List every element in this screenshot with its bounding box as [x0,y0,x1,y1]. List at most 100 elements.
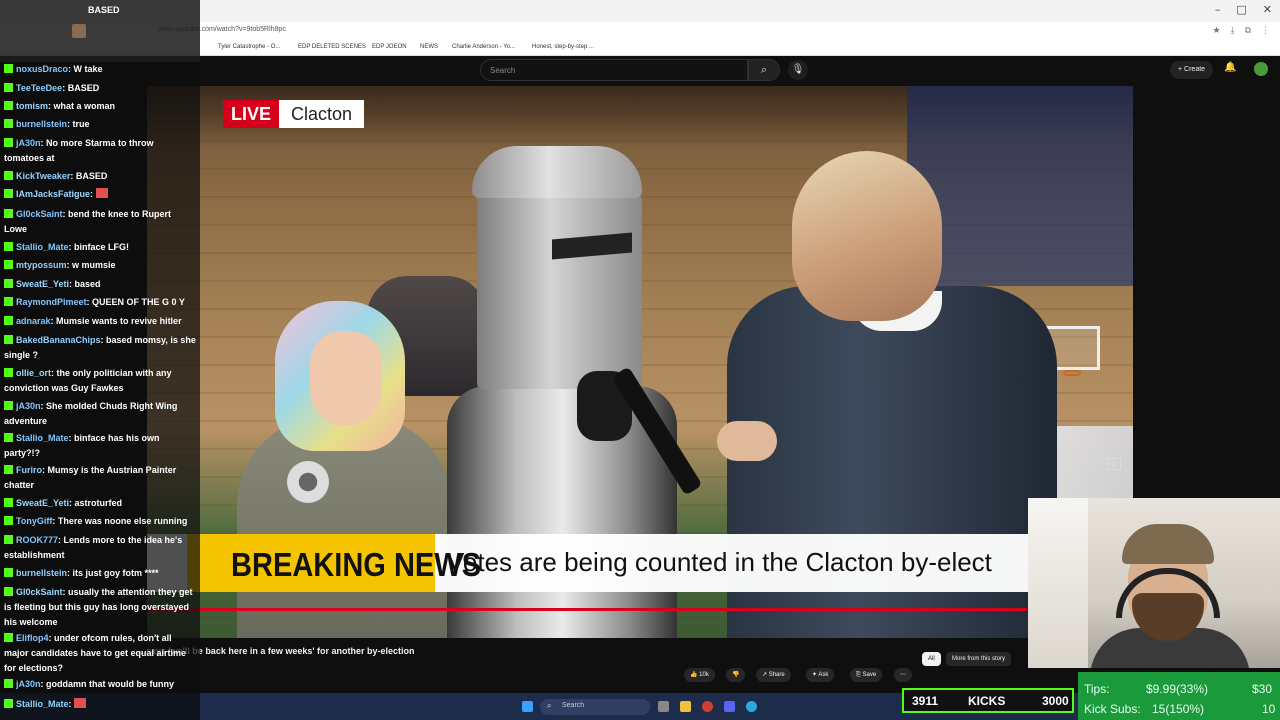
chat-text: w mumsie [72,260,116,270]
kick-badge-icon [4,401,13,410]
save-button[interactable]: ⎘ Save [850,668,883,682]
chrome-icon[interactable] [702,701,713,712]
kick-badge-icon [4,209,13,218]
app-icon[interactable] [746,701,757,712]
bookmark-item[interactable]: Tyler Catastrophe - O... [218,44,280,50]
chat-username[interactable]: ROOK777 [16,535,58,545]
dislike-button[interactable]: 👎 [726,668,746,682]
maximize-button[interactable]: □ [1236,3,1246,16]
kicks-goal-widget: 3911 KICKS 3000 [902,688,1074,713]
share-button[interactable]: ↗ Share [756,668,791,682]
like-button[interactable]: 👍 10k [684,668,715,682]
create-button[interactable]: + Create [1170,61,1214,79]
bookmark-item[interactable]: EDP DELETED SCENES [298,44,366,50]
bookmark-icon: ⎘ [856,672,861,678]
picture-in-picture-icon[interactable]: ⧉ [1107,458,1121,470]
share-icon: ↗ [762,672,768,678]
chat-username[interactable]: SweatE_Yeti [16,498,69,508]
live-badge: LIVE Clacton [223,100,365,128]
close-button[interactable]: ✕ [1263,3,1272,16]
chat-message: burnellstein: its just goy fotm **** [4,566,196,581]
more-actions-button[interactable]: ⋯ [894,668,912,682]
ask-label: Ask [818,672,829,678]
chat-username[interactable]: Stallio_Mate [16,699,69,709]
emote-icon [95,188,108,198]
chat-message: burnellstein: true [4,117,196,132]
extensions-icon[interactable]: ⧉ [1245,25,1251,36]
man-head [792,151,942,321]
chat-username[interactable]: mtypossum [16,260,67,270]
chat-username[interactable]: Gl0ckSaint [16,587,63,597]
chat-text: BASED [75,171,108,181]
bookmark-item[interactable]: EDP JOEON [372,44,407,50]
chip-all[interactable]: All [922,652,941,666]
chat-username[interactable]: burnellstein [16,119,67,129]
chat-overlay: BASED noxusDraco: W take TeeTeeDee: BASED… [0,0,200,720]
woman-face [310,331,382,426]
chat-username[interactable]: Gl0ckSaint [16,209,63,219]
chat-username[interactable]: Furiro [16,465,42,475]
tips-row: Tips: $9.99(33%) $30 [1078,678,1280,700]
chat-username[interactable]: Stallio_Mate [16,433,69,443]
chat-username[interactable]: ollie_ort [16,368,51,378]
download-icon[interactable]: ⤓ [1231,25,1235,36]
star-icon[interactable]: ★ [1213,25,1221,36]
voice-search-button[interactable]: 🎙 [788,60,808,80]
chat-username[interactable]: BakedBananaChips [16,335,101,345]
search-button[interactable]: ⌕ [748,59,780,81]
tips-value: $9.99(33%) [1146,682,1209,696]
minimize-button[interactable]: – [1215,3,1221,16]
chat-username[interactable]: Stallio_Mate [16,242,69,252]
chat-username[interactable]: IAmJacksFatigue [16,189,90,199]
chat-username[interactable]: noxusDraco [16,64,68,74]
chip-more-from-story[interactable]: More from this story [946,652,1012,666]
windows-start-icon[interactable] [522,701,533,712]
kick-badge-icon [4,171,13,180]
chat-username[interactable]: TeeTeeDee [16,83,62,93]
chat-message: noxusDraco: W take [4,62,196,77]
file-explorer-icon[interactable] [680,701,691,712]
video-player[interactable]: LIVE Clacton ⧉ BREAKING NEWS Votes are b… [147,86,1133,638]
ask-button[interactable]: ✦ Ask [806,668,835,682]
webcam-overlay [1028,498,1280,668]
chat-username[interactable]: jA30n [16,679,41,689]
bookmark-item[interactable]: Charlie Anderson - Yo... [452,44,515,50]
chat-text: what a woman [53,101,116,111]
chat-message: SweatE_Yeti: astroturfed [4,496,196,511]
chat-username[interactable]: KickTweaker [16,171,70,181]
chat-username[interactable]: jA30n [16,401,41,411]
chat-username[interactable]: adnarak [16,316,51,326]
search-input[interactable]: Search [480,59,748,81]
chat-message: Eliflop4: under ofcom rules, don't all m… [4,631,196,676]
avatar[interactable] [1254,62,1268,76]
chat-username[interactable]: RaymondPimeet [16,297,87,307]
bookmark-item[interactable]: NEWS [420,44,438,50]
chat-username[interactable]: tomism [16,101,48,111]
chat-username[interactable]: SweatE_Yeti [16,279,69,289]
chat-message: ollie_ort: the only politician with any … [4,366,196,396]
kick-badge-icon [4,535,13,544]
ticker-red-line [147,608,1027,611]
bookmark-item[interactable]: Honest, step-by-step ... [532,44,594,50]
chat-username[interactable]: jA30n [16,138,41,148]
kick-badge-icon [4,498,13,507]
notifications-bell-icon[interactable]: 🔔 [1224,62,1236,73]
search-icon: ⌕ [547,701,552,710]
kick-badge-icon [4,699,13,708]
menu-icon[interactable]: ⋮ [1261,25,1270,36]
basketball-hoop [1063,370,1081,376]
kick-badge-icon [4,335,13,344]
task-view-icon[interactable] [658,701,669,712]
hand [717,421,777,461]
chat-username[interactable]: Eliflop4 [16,633,49,643]
kick-badge-icon [4,64,13,73]
discord-icon[interactable] [724,701,735,712]
kicks-goal: 3000 [1042,694,1069,708]
chat-text: binface LFG! [74,242,130,252]
chat-message: IAmJacksFatigue: [4,187,196,202]
location-label: Clacton [279,100,365,128]
chat-username[interactable]: burnellstein [16,568,67,578]
chat-username[interactable]: TonyGiff [16,516,52,526]
taskbar-search[interactable]: ⌕ Search [540,699,650,715]
chat-text: goddamn that would be funny [46,679,175,689]
